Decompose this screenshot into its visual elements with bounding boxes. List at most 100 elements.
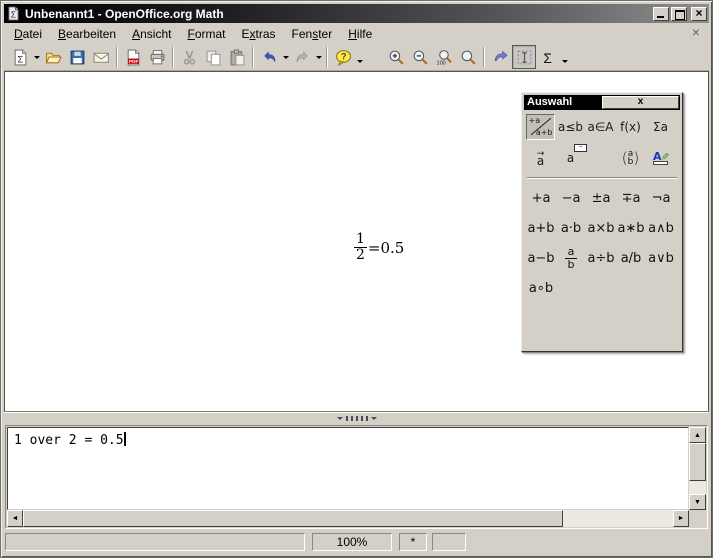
symbol-button[interactable]: a∗b	[616, 213, 646, 243]
zoom-page-button[interactable]	[456, 45, 480, 69]
minimize-button[interactable]	[653, 7, 669, 21]
email-button[interactable]	[89, 45, 113, 69]
palette-title-bar[interactable]: Auswahl x	[524, 95, 680, 110]
category-formats[interactable]: A✎	[646, 145, 675, 171]
vertical-scroll-thumb[interactable]	[689, 443, 706, 481]
symbol-button[interactable]: ab	[556, 243, 586, 273]
symbol-button[interactable]: a∧b	[646, 213, 676, 243]
redo-button[interactable]	[290, 45, 314, 69]
symbol-button[interactable]: a×b	[586, 213, 616, 243]
copy-button[interactable]	[201, 45, 225, 69]
formula-display[interactable]: 1 2 =0.5	[354, 232, 404, 263]
scroll-up-icon[interactable]: ▲	[689, 427, 706, 443]
window-controls	[651, 7, 707, 21]
ruler-icon	[653, 161, 668, 165]
svg-text:?: ?	[341, 51, 347, 61]
undo-button[interactable]	[257, 45, 281, 69]
sigma-icon: Σ	[540, 49, 557, 66]
close-document-icon[interactable]: ×	[689, 26, 703, 40]
symbol-button[interactable]: a∘b	[526, 273, 556, 303]
title-bar: Σ Unbenannt1 - OpenOffice.org Math	[4, 4, 709, 23]
export-pdf-icon: PDF	[125, 49, 142, 66]
help-button[interactable]: ?	[331, 45, 355, 69]
save-button[interactable]	[65, 45, 89, 69]
toolbar-overflow-icon[interactable]	[560, 45, 571, 69]
split-handle[interactable]	[337, 414, 377, 423]
svg-text:Σ: Σ	[543, 49, 552, 65]
category-attributes[interactable]: →a	[526, 145, 555, 171]
zoom-100-button[interactable]: 100	[432, 45, 456, 69]
format-glyph: A✎	[653, 152, 668, 165]
symbol-button[interactable]: a−b	[526, 243, 556, 273]
new-formula-button[interactable]: Σ	[8, 45, 32, 69]
symbol-button[interactable]: a+b	[526, 213, 556, 243]
menu-extras[interactable]: Extras	[234, 25, 284, 43]
close-button[interactable]	[691, 7, 707, 21]
category-relations[interactable]: a≤b	[556, 114, 585, 140]
command-window: 1 over 2 = 0.5 ▲ ▼ ◄ ►	[5, 425, 708, 529]
scrollbar-corner	[689, 510, 706, 527]
open-button[interactable]	[41, 45, 65, 69]
scroll-down-icon[interactable]: ▼	[689, 494, 706, 510]
status-modified: *	[399, 533, 427, 551]
symbol-button[interactable]: ¬a	[646, 183, 676, 213]
formula-cursor-button[interactable]	[512, 45, 536, 69]
menu-hilfe[interactable]: Hilfe	[340, 25, 380, 43]
pencil-icon: ✎	[659, 152, 668, 160]
command-vertical-scrollbar[interactable]: ▲ ▼	[689, 427, 706, 510]
paste-button[interactable]	[225, 45, 249, 69]
menu-ansicht[interactable]: Ansicht	[124, 25, 179, 43]
horizontal-scroll-thumb[interactable]	[23, 510, 563, 527]
vertical-scroll-track[interactable]	[689, 481, 706, 494]
view-splitter	[4, 412, 709, 423]
horizontal-scroll-track[interactable]	[563, 510, 673, 527]
symbol-button[interactable]: a÷b	[586, 243, 616, 273]
new-formula-dropdown-icon[interactable]	[32, 45, 41, 69]
status-zoom: 100%	[312, 533, 392, 551]
command-horizontal-scrollbar[interactable]: ◄ ►	[7, 510, 689, 527]
menu-datei[interactable]: Datei	[6, 25, 50, 43]
symbol-button[interactable]: −a	[556, 183, 586, 213]
command-input[interactable]: 1 over 2 = 0.5	[7, 427, 689, 510]
symbol-button[interactable]: a∨b	[646, 243, 676, 273]
redo-icon	[294, 49, 311, 66]
category-operators[interactable]: Σa	[646, 114, 675, 140]
undo-icon	[261, 49, 278, 66]
zoom-out-button[interactable]	[408, 45, 432, 69]
symbol-button[interactable]: ±a	[586, 183, 616, 213]
auswahl-palette: Auswahl x +aa+ba≤ba∈Af(x)Σa→aa···(ab)A✎ …	[521, 92, 683, 352]
category-unary-binary-operators[interactable]: +aa+b	[526, 114, 555, 140]
symbol-button[interactable]: a/b	[616, 243, 646, 273]
svg-text:Σ: Σ	[17, 54, 23, 65]
undo-dropdown-icon[interactable]	[281, 45, 290, 69]
category-brackets[interactable]: (ab)	[616, 145, 645, 171]
redo-dropdown-icon[interactable]	[314, 45, 323, 69]
category-functions[interactable]: f(x)	[616, 114, 645, 140]
cut-button[interactable]	[177, 45, 201, 69]
export-pdf-button[interactable]: PDF	[121, 45, 145, 69]
print-button[interactable]	[145, 45, 169, 69]
maximize-button[interactable]	[671, 7, 687, 21]
category-set-operations[interactable]: a∈A	[586, 114, 615, 140]
scroll-left-icon[interactable]: ◄	[7, 510, 23, 527]
help-icon: ?	[335, 49, 352, 66]
vector-glyph: →a	[537, 150, 545, 166]
binom-glyph: (ab)	[622, 150, 639, 166]
symbol-button[interactable]: ∓a	[616, 183, 646, 213]
refresh-button[interactable]	[488, 45, 512, 69]
category-misc-others[interactable]: a···	[556, 145, 585, 171]
zoom-in-button[interactable]	[384, 45, 408, 69]
save-icon	[69, 49, 86, 66]
copy-icon	[205, 49, 222, 66]
symbol-button[interactable]: +a	[526, 183, 556, 213]
menu-fenster[interactable]: Fenster	[284, 25, 341, 43]
symbol-button[interactable]: a·b	[556, 213, 586, 243]
menu-bar: DateiBearbeitenAnsichtFormatExtrasFenste…	[4, 24, 709, 43]
symbols-catalog-button[interactable]: Σ	[536, 45, 560, 69]
text-caret	[124, 432, 126, 446]
palette-close-icon[interactable]: x	[602, 96, 679, 109]
menu-bearbeiten[interactable]: Bearbeiten	[50, 25, 124, 43]
toolbar-overflow-icon[interactable]	[355, 45, 366, 69]
menu-format[interactable]: Format	[179, 25, 233, 43]
scroll-right-icon[interactable]: ►	[673, 510, 689, 527]
